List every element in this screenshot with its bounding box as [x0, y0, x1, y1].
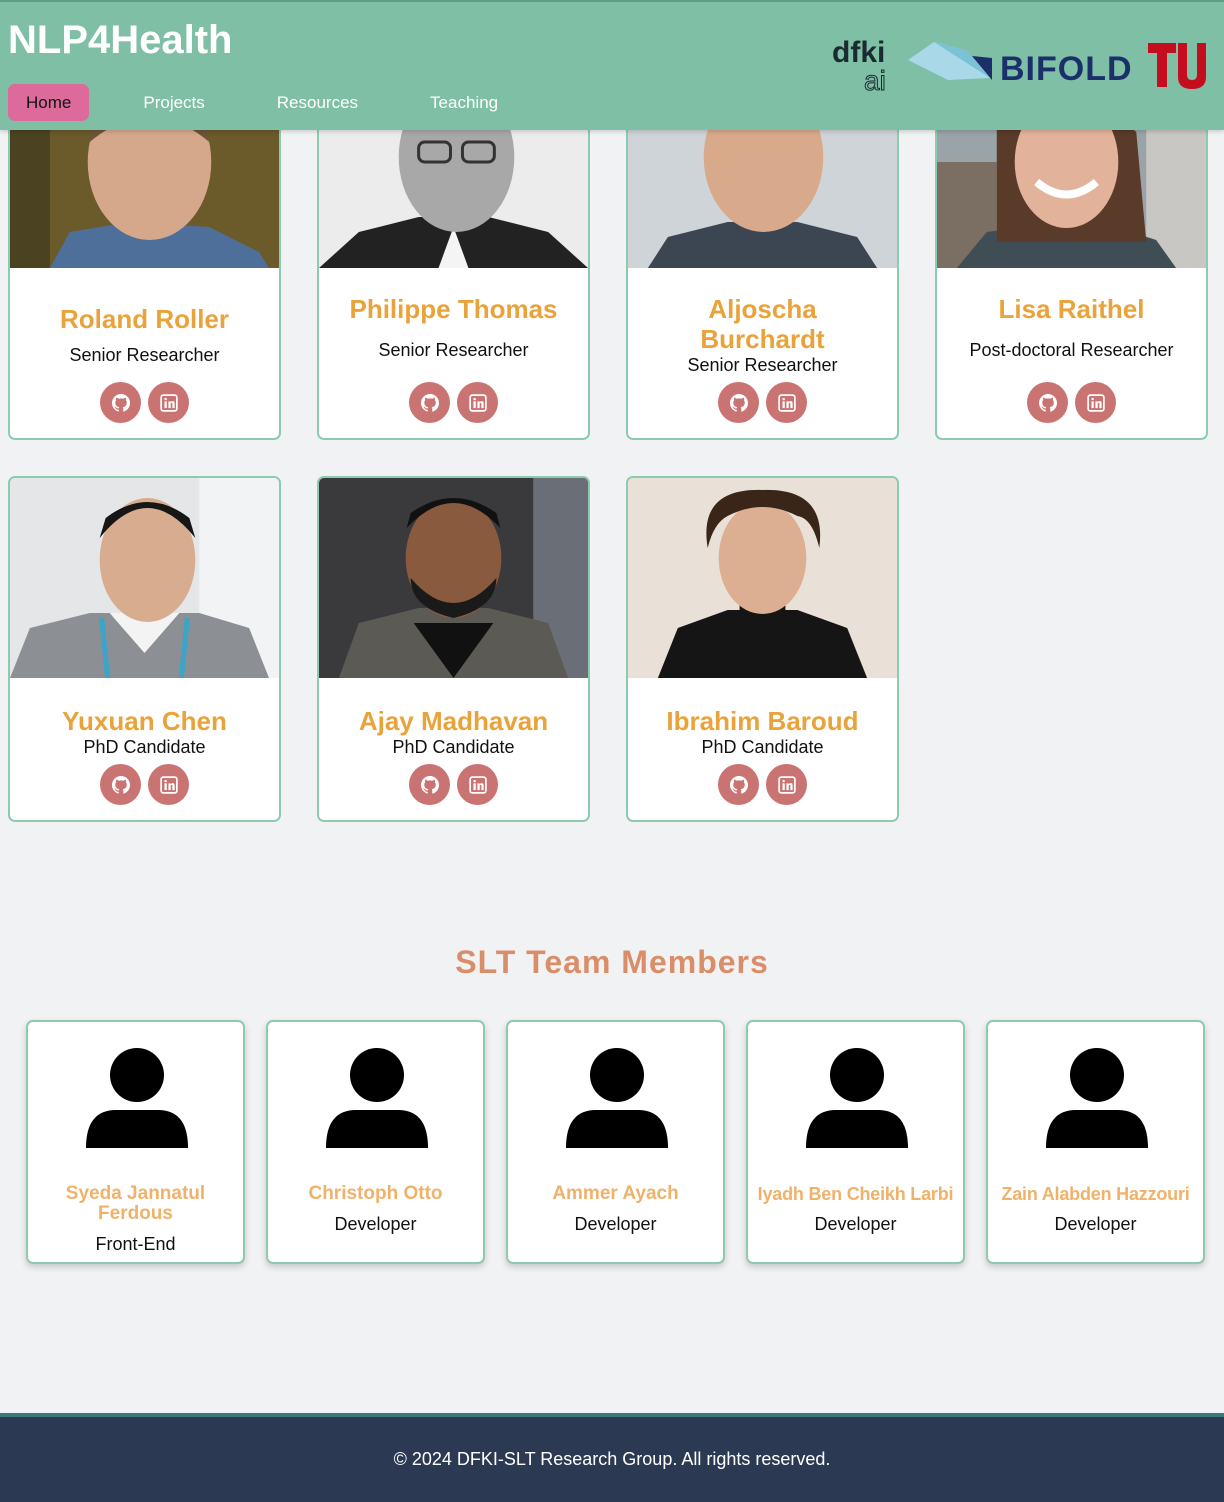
- tu-berlin-subtext: berlin: [1197, 55, 1206, 75]
- github-icon[interactable]: [1027, 382, 1068, 423]
- member-role: Senior Researcher: [69, 345, 220, 365]
- member-name: Philippe Thomas: [349, 294, 558, 324]
- linkedin-icon[interactable]: [148, 382, 189, 423]
- member-role: PhD Candidate: [392, 737, 515, 757]
- slt-card-iyadh-ben-cheikh-larbi: Iyadh Ben Cheikh Larbi Developer: [746, 1020, 965, 1264]
- slt-member-role: Developer: [814, 1214, 897, 1234]
- slt-member-name-line-1: Syeda Jannatul: [65, 1183, 206, 1204]
- site-header: NLP4Health Home Projects Resources Teach…: [0, 0, 1224, 130]
- slt-card-ammer-ayach: Ammer Ayach Developer: [506, 1020, 725, 1264]
- slt-card-zain-alabden-hazzouri: Zain Alabden Hazzouri Developer: [986, 1020, 1205, 1264]
- nav-resources[interactable]: Resources: [259, 84, 376, 121]
- social-links: [628, 764, 897, 805]
- person-placeholder-icon: [86, 1048, 188, 1148]
- nav-home[interactable]: Home: [8, 84, 90, 121]
- member-role: PhD Candidate: [83, 737, 206, 757]
- social-links: [937, 382, 1206, 423]
- team-card-aljoscha-burchardt: Aljoscha Burchardt Senior Researcher: [626, 100, 899, 440]
- bifold-logo-text: BIFOLD: [1000, 50, 1133, 88]
- team-card-ajay-madhavan: Ajay Madhavan PhD Candidate: [317, 476, 590, 822]
- github-icon[interactable]: [718, 764, 759, 805]
- slt-card-syeda-jannatul-ferdous: Syeda Jannatul Ferdous Front-End: [26, 1020, 245, 1264]
- person-placeholder-icon: [806, 1048, 908, 1148]
- social-links: [628, 382, 897, 423]
- member-name-line-2: Burchardt: [700, 324, 825, 354]
- member-name: Lisa Raithel: [998, 294, 1145, 324]
- linkedin-icon[interactable]: [148, 764, 189, 805]
- slt-member-role: Developer: [1054, 1214, 1137, 1234]
- slt-card-christoph-otto: Christoph Otto Developer: [266, 1020, 485, 1264]
- github-icon[interactable]: [718, 382, 759, 423]
- social-links: [319, 382, 588, 423]
- linkedin-icon[interactable]: [457, 382, 498, 423]
- social-links: [10, 382, 279, 423]
- team-card-philippe-thomas: Philippe Thomas Senior Researcher: [317, 100, 590, 440]
- slt-member-name: Ammer Ayach: [552, 1183, 679, 1204]
- team-card-ibrahim-baroud: Ibrahim Baroud PhD Candidate: [626, 476, 899, 822]
- social-links: [10, 764, 279, 805]
- site-footer: © 2024 DFKI-SLT Research Group. All righ…: [0, 1413, 1224, 1502]
- nav-projects[interactable]: Projects: [125, 84, 222, 121]
- slt-member-name: Iyadh Ben Cheikh Larbi: [757, 1184, 954, 1204]
- slt-member-name-line-2: Ferdous: [98, 1203, 173, 1224]
- tu-berlin-logo[interactable]: berlin: [1146, 41, 1208, 91]
- member-name: Yuxuan Chen: [62, 706, 227, 736]
- member-role: Post-doctoral Researcher: [969, 340, 1174, 360]
- person-placeholder-icon: [1046, 1048, 1148, 1148]
- github-icon[interactable]: [100, 764, 141, 805]
- slt-member-role: Front-End: [95, 1234, 176, 1254]
- linkedin-icon[interactable]: [1075, 382, 1116, 423]
- slt-member-role: Developer: [334, 1214, 417, 1234]
- section-title-slt: SLT Team Members: [455, 944, 769, 980]
- profile-photo: [628, 478, 897, 678]
- tu-letter-t: [1148, 43, 1176, 87]
- footer-copyright: © 2024 DFKI-SLT Research Group. All righ…: [393, 1449, 831, 1469]
- team-card-yuxuan-chen: Yuxuan Chen PhD Candidate: [8, 476, 281, 822]
- member-role: Senior Researcher: [378, 340, 529, 360]
- linkedin-icon[interactable]: [766, 764, 807, 805]
- linkedin-icon[interactable]: [457, 764, 498, 805]
- main-nav: Home Projects Resources Teaching: [8, 84, 552, 121]
- github-icon[interactable]: [409, 764, 450, 805]
- dfki-logo-ai-text: ai: [864, 65, 886, 94]
- member-name-line-1: Aljoscha: [708, 294, 817, 324]
- member-name: Ibrahim Baroud: [666, 706, 859, 736]
- github-icon[interactable]: [100, 382, 141, 423]
- github-icon[interactable]: [409, 382, 450, 423]
- team-card-lisa-raithel: Lisa Raithel Post-doctoral Researcher: [935, 100, 1208, 440]
- profile-photo: [319, 478, 588, 678]
- profile-photo: [10, 478, 279, 678]
- bifold-logo[interactable]: BIFOLD: [908, 38, 1134, 94]
- dfki-logo[interactable]: dfki ai: [830, 38, 896, 94]
- linkedin-icon[interactable]: [766, 382, 807, 423]
- slt-member-role: Developer: [574, 1214, 657, 1234]
- person-placeholder-icon: [566, 1048, 668, 1148]
- member-role: Senior Researcher: [687, 355, 838, 375]
- person-placeholder-icon: [326, 1048, 428, 1148]
- slt-member-name: Zain Alabden Hazzouri: [1001, 1184, 1190, 1204]
- slt-member-name: Christoph Otto: [308, 1183, 443, 1204]
- team-card-roland-roller: Roland Roller Senior Researcher: [8, 100, 281, 440]
- site-title[interactable]: NLP4Health: [8, 18, 233, 63]
- social-links: [319, 764, 588, 805]
- member-name: Ajay Madhavan: [358, 706, 549, 736]
- partner-logos: dfki ai BIFOLD berlin: [830, 38, 1208, 94]
- member-name: Roland Roller: [59, 304, 229, 334]
- nav-teaching[interactable]: Teaching: [412, 84, 516, 121]
- member-role: PhD Candidate: [701, 737, 824, 757]
